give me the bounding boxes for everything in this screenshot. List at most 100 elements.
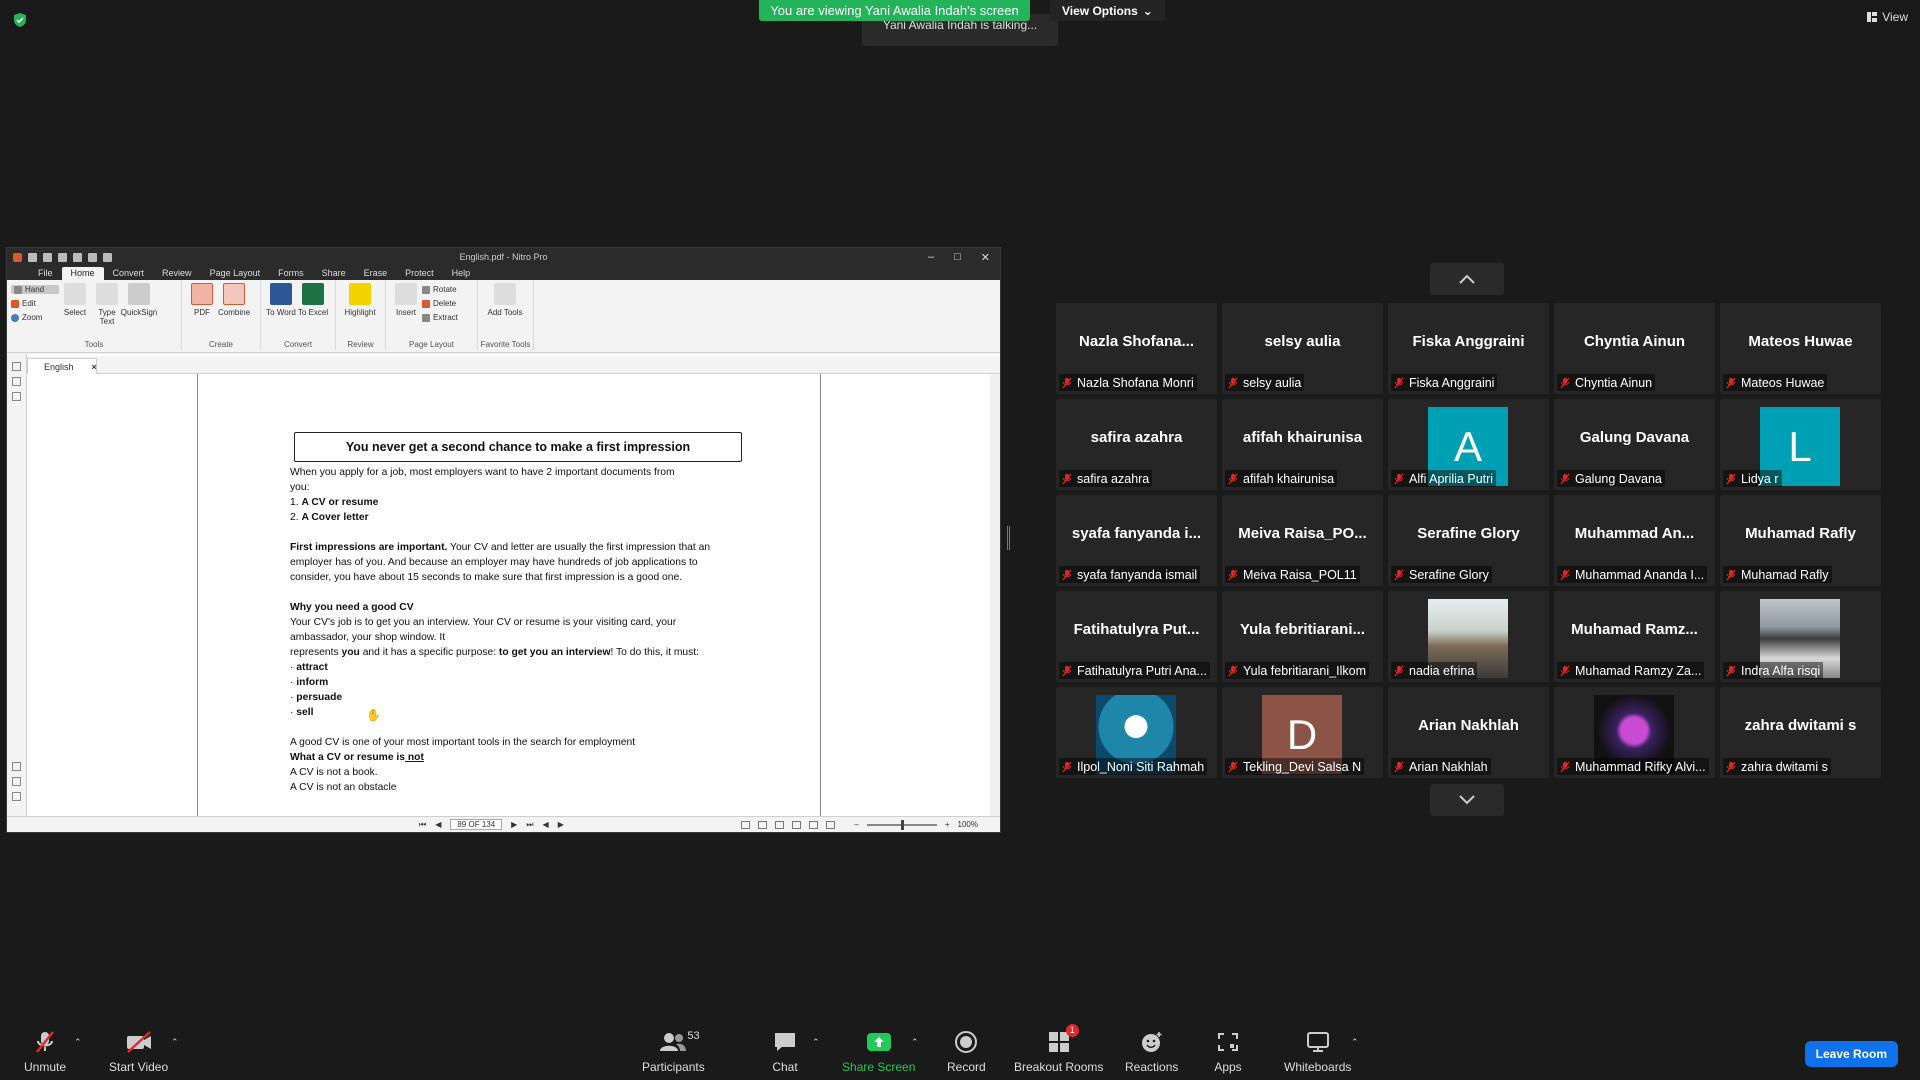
breakout-rooms-button[interactable]: 1 Breakout Rooms	[1014, 1024, 1103, 1074]
audio-options-caret-icon[interactable]: ⌃	[74, 1037, 82, 1048]
video-options-caret-icon[interactable]: ⌃	[171, 1037, 179, 1048]
tab-share[interactable]: Share	[313, 267, 355, 280]
tab-review[interactable]: Review	[153, 267, 201, 280]
tab-home[interactable]: Home	[61, 267, 104, 280]
zoom-out-icon[interactable]: –	[854, 820, 858, 829]
vertical-scrollbar[interactable]	[990, 374, 1000, 816]
participant-tile[interactable]: Nazla Shofana... Nazla Shofana Monri	[1056, 303, 1217, 394]
unmute-button[interactable]: Unmute	[24, 1030, 66, 1074]
facing-icon[interactable]	[775, 820, 784, 829]
tab-file[interactable]: File	[29, 267, 62, 280]
rotate-button[interactable]: Rotate	[422, 285, 470, 294]
participant-tile[interactable]: safira azahra safira azahra	[1056, 399, 1217, 490]
participant-tile[interactable]: Muhammad An... Muhammad Ananda I...	[1554, 495, 1715, 586]
whiteboards-caret-icon[interactable]: ⌃	[1351, 1037, 1359, 1048]
view-options-button[interactable]: View Options ⌄	[1050, 0, 1165, 21]
participant-tile[interactable]: syafa fanyanda i... syafa fanyanda ismail	[1056, 495, 1217, 586]
leave-room-button[interactable]: Leave Room	[1804, 1041, 1898, 1067]
chat-caret-icon[interactable]: ⌃	[812, 1037, 820, 1048]
participant-tile[interactable]: Yula febritiarani... Yula febritiarani_Il…	[1222, 591, 1383, 682]
hand-tool[interactable]: Hand	[11, 285, 59, 294]
zoom-slider[interactable]	[866, 819, 937, 830]
fit-icon[interactable]	[826, 820, 835, 829]
participant-tile[interactable]: Arian Nakhlah Arian Nakhlah	[1388, 687, 1549, 778]
apps-button[interactable]: Apps	[1214, 1030, 1242, 1074]
participants-button[interactable]: 53 Participants	[642, 1030, 705, 1074]
bookmarks-panel-icon[interactable]	[12, 377, 21, 386]
participant-tile[interactable]: Meiva Raisa_PO... Meiva Raisa_POL11	[1222, 495, 1383, 586]
participant-tile[interactable]: Muhammad Rifky Alvi...	[1554, 687, 1715, 778]
participant-tile[interactable]: Galung Davana Galung Davana	[1554, 399, 1715, 490]
close-icon[interactable]: ✕	[981, 251, 990, 264]
fullscreen-icon[interactable]	[809, 820, 818, 829]
extract-button[interactable]: Extract	[422, 313, 470, 322]
view-options-label: View Options	[1062, 3, 1138, 18]
participant-tile[interactable]: D Tekling_Devi Salsa N	[1222, 687, 1383, 778]
first-page-icon[interactable]: ⏮	[419, 820, 426, 830]
participant-tile[interactable]: L Lidya r	[1720, 399, 1881, 490]
minimize-icon[interactable]: –	[928, 251, 934, 263]
previous-page-icon[interactable]: ◀	[435, 820, 441, 829]
last-page-icon[interactable]: ⏭	[526, 820, 533, 830]
gallery-prev-page-button[interactable]	[1430, 263, 1504, 295]
participant-tile[interactable]: Indra Alfa risqi	[1720, 591, 1881, 682]
select-tool-icon[interactable]	[103, 252, 112, 262]
continuous-icon[interactable]	[758, 820, 767, 829]
split-view-divider[interactable]	[1007, 526, 1010, 550]
participant-tile[interactable]: Fatihatulyra Put... Fatihatulyra Putri An…	[1056, 591, 1217, 682]
zoom-in-icon[interactable]: +	[945, 820, 950, 829]
participant-tile[interactable]: Mateos Huwae Mateos Huwae	[1720, 303, 1881, 394]
tab-page-layout[interactable]: Page Layout	[201, 267, 270, 280]
page-number-field[interactable]: 89 OF 134	[450, 819, 503, 830]
whiteboards-button[interactable]: Whiteboards	[1284, 1030, 1351, 1074]
tab-forms[interactable]: Forms	[269, 267, 313, 280]
participant-tile[interactable]: nadia efrina	[1388, 591, 1549, 682]
participant-tile[interactable]: Fiska Anggraini Fiska Anggraini	[1388, 303, 1549, 394]
participant-tile[interactable]: Muhamad Ramz... Muhamad Ramzy Za...	[1554, 591, 1715, 682]
signatures-panel-icon[interactable]	[12, 777, 21, 786]
gallery-next-page-button[interactable]	[1430, 784, 1504, 816]
single-page-icon[interactable]	[741, 820, 750, 829]
comments-panel-icon[interactable]	[12, 762, 21, 771]
document-canvas[interactable]: You never get a second chance to make a …	[27, 374, 990, 816]
participant-tile[interactable]: Chyntia Ainun Chyntia Ainun	[1554, 303, 1715, 394]
tab-help[interactable]: Help	[443, 267, 480, 280]
participant-tile[interactable]: zahra dwitami s zahra dwitami s	[1720, 687, 1881, 778]
attachments-panel-icon[interactable]	[12, 392, 21, 401]
participant-tile[interactable]: Serafine Glory Serafine Glory	[1388, 495, 1549, 586]
back-icon[interactable]: ◀	[543, 820, 549, 829]
nitro-title-bar: English.pdf - Nitro Pro – □ ✕	[7, 248, 1000, 266]
undo-icon[interactable]	[73, 252, 82, 262]
redo-icon[interactable]	[88, 252, 97, 262]
reactions-button[interactable]: Reactions	[1125, 1030, 1178, 1074]
tab-convert[interactable]: Convert	[104, 267, 154, 280]
chat-button[interactable]: Chat	[771, 1030, 799, 1074]
maximize-icon[interactable]: □	[954, 251, 961, 263]
zoom-tool[interactable]: Zoom	[11, 313, 59, 322]
save-icon[interactable]	[43, 252, 52, 262]
pages-panel-icon[interactable]	[12, 362, 21, 371]
edit-tool[interactable]: Edit	[11, 299, 59, 308]
participant-tile[interactable]: selsy aulia selsy aulia	[1222, 303, 1383, 394]
participant-tile[interactable]: Ilpol_Noni Siti Rahmah	[1056, 687, 1217, 778]
forward-icon[interactable]: ▶	[558, 820, 564, 829]
next-page-icon[interactable]: ▶	[511, 820, 517, 829]
print-icon[interactable]	[58, 252, 67, 262]
record-button[interactable]: Record	[947, 1030, 986, 1074]
close-tab-icon[interactable]: ×	[92, 362, 97, 372]
share-options-caret-icon[interactable]: ⌃	[911, 1037, 919, 1048]
delete-button[interactable]: Delete	[422, 299, 470, 308]
security-shield-icon[interactable]	[12, 12, 28, 28]
document-tab[interactable]: English ×	[27, 358, 97, 375]
participant-tile[interactable]: Muhamad Rafly Muhamad Rafly	[1720, 495, 1881, 586]
start-video-button[interactable]: Start Video	[109, 1030, 168, 1074]
view-button[interactable]: View	[1867, 10, 1908, 24]
output-panel-icon[interactable]	[12, 792, 21, 801]
tab-protect[interactable]: Protect	[396, 267, 443, 280]
share-screen-button[interactable]: Share Screen	[842, 1030, 915, 1074]
tab-erase[interactable]: Erase	[355, 267, 397, 280]
facing-continuous-icon[interactable]	[792, 820, 801, 829]
participant-tile[interactable]: A Alfi Aprilia Putri	[1388, 399, 1549, 490]
open-icon[interactable]	[28, 252, 37, 262]
participant-tile[interactable]: afifah khairunisa afifah khairunisa	[1222, 399, 1383, 490]
